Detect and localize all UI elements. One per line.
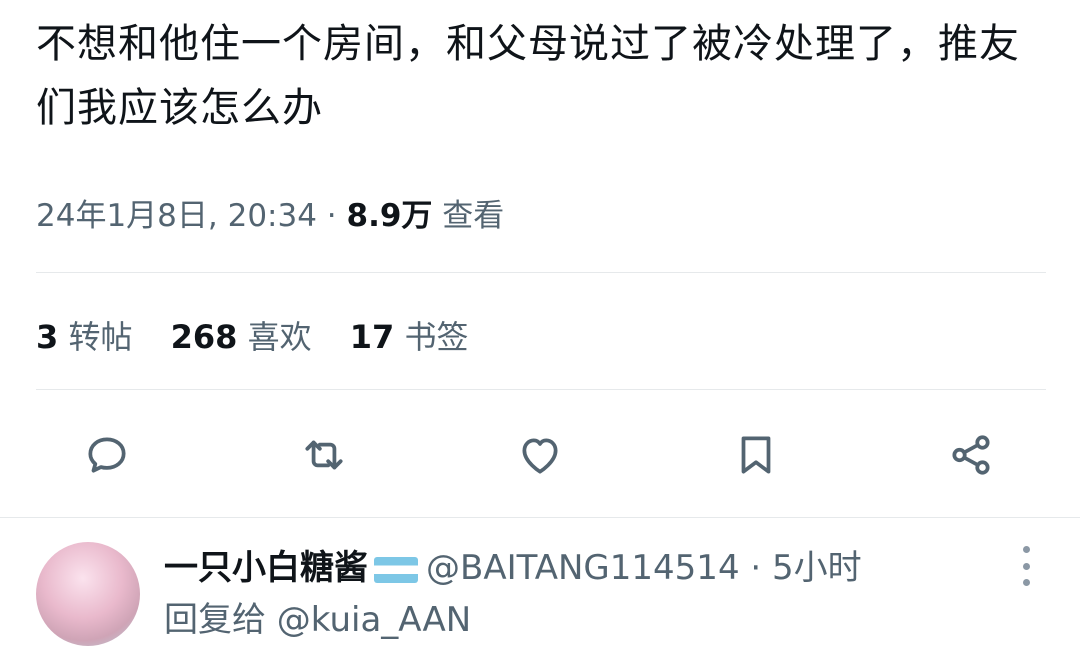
more-options-icon[interactable]	[1016, 546, 1036, 586]
retweets-count: 3	[36, 318, 59, 356]
tweet-text: 不想和他住一个房间，和父母说过了被冷处理了，推友们我应该怎么办	[36, 21, 1020, 131]
flag-emoji-icon	[374, 556, 418, 583]
reply-handle[interactable]: @BAITANG114514	[426, 548, 740, 588]
bookmark-button[interactable]	[729, 428, 783, 482]
share-button[interactable]	[944, 428, 998, 482]
meta-separator: ·	[316, 198, 347, 234]
more-dot	[1022, 562, 1030, 570]
tweet-stats: 3 转帖 268 喜欢 17 书签	[36, 312, 497, 358]
bookmarks-count: 17	[349, 318, 395, 356]
more-dot	[1022, 546, 1030, 553]
reply-display-name[interactable]: 一只小白糖酱	[164, 548, 368, 588]
bookmarks-label: 书签	[404, 318, 469, 356]
retweet-button[interactable]	[297, 428, 351, 482]
retweets-stat[interactable]: 3 转帖	[36, 318, 132, 356]
retweet-icon	[305, 440, 343, 470]
bookmarks-stat[interactable]: 17 书签	[350, 318, 469, 356]
likes-count: 268	[170, 318, 238, 356]
likes-label: 喜欢	[247, 318, 312, 356]
like-button[interactable]	[513, 428, 567, 482]
reply-separator: ·	[739, 548, 773, 588]
more-dot	[1022, 579, 1030, 586]
retweets-label: 转帖	[68, 318, 133, 356]
reply-divider	[0, 517, 1080, 518]
share-icon	[952, 435, 990, 475]
likes-stat[interactable]: 268 喜欢	[171, 318, 312, 356]
reply-to-text: 回复给 @kuia_AAN	[164, 600, 472, 640]
views-label: 查看	[432, 198, 505, 234]
bookmark-icon	[741, 436, 771, 474]
like-icon	[522, 438, 558, 474]
divider-bottom	[36, 389, 1046, 390]
tweet-datetime[interactable]: 24年1月8日, 20:34	[36, 198, 317, 234]
views-count: 8.9万	[346, 198, 433, 234]
divider-top	[36, 272, 1046, 273]
reply-header: 一只小白糖酱 @BAITANG114514 · 5小时	[164, 540, 862, 589]
reply-button[interactable]	[80, 428, 134, 482]
action-bar	[0, 420, 1080, 490]
reply-icon	[88, 437, 126, 473]
reply-time[interactable]: 5小时	[772, 548, 862, 588]
tweet-meta: 24年1月8日, 20:34 · 8.9万 查看	[36, 190, 504, 235]
avatar[interactable]	[36, 542, 140, 646]
